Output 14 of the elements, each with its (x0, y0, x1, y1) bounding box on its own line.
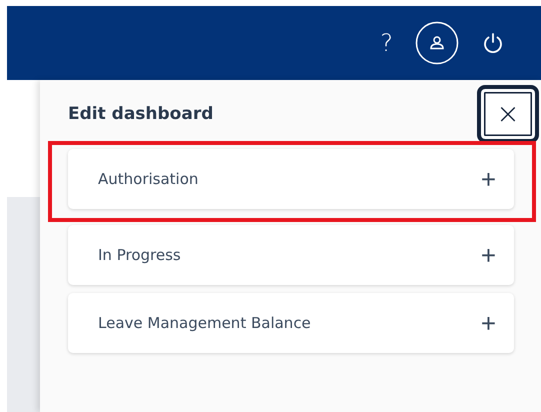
add-button[interactable]: + (476, 310, 500, 336)
widget-card[interactable]: In Progress + (68, 225, 514, 285)
help-button[interactable]: ? (380, 29, 393, 57)
widget-card[interactable]: Leave Management Balance + (68, 293, 514, 353)
widget-name: In Progress (98, 246, 181, 264)
user-icon[interactable] (415, 21, 459, 65)
close-button[interactable]: × (477, 85, 539, 143)
widget-name: Leave Management Balance (98, 314, 311, 332)
add-button[interactable]: + (476, 166, 500, 192)
add-button[interactable]: + (476, 242, 500, 268)
panel-title: Edit dashboard (68, 104, 214, 124)
power-icon[interactable] (481, 31, 505, 55)
widget-card[interactable]: Authorisation + (68, 149, 514, 209)
widget-name: Authorisation (98, 170, 198, 188)
